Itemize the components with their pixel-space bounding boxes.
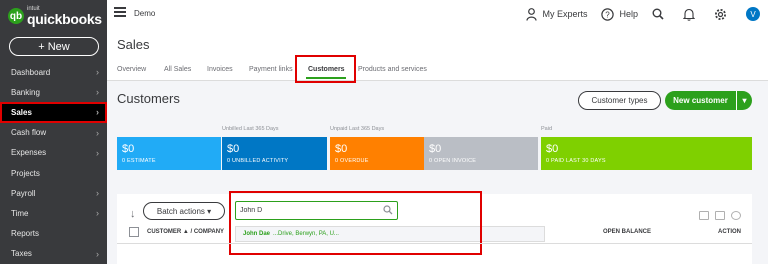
sidebar-item-label: Expenses (11, 148, 47, 158)
paid-card[interactable]: $0 0 PAID LAST 30 DAYS (541, 137, 752, 170)
search-icon (652, 8, 664, 20)
tab-products-and-services[interactable]: Products and services (358, 66, 427, 73)
open-invoice-card[interactable]: $0 0 OPEN INVOICE (424, 137, 538, 170)
company-name: Demo (134, 9, 156, 18)
person-icon (526, 7, 538, 21)
sidebar-item-reports[interactable]: Reports (0, 224, 107, 244)
sales-header: Sales Overview All Sales Invoices Paymen… (107, 28, 768, 83)
unbilled-activity-card[interactable]: $0 0 UNBILLED ACTIVITY (222, 137, 327, 170)
table-settings-icon[interactable] (731, 211, 741, 220)
sidebar-item-label: Projects (11, 168, 40, 178)
page-title: Customers (117, 91, 180, 106)
sidebar-item-banking[interactable]: Banking › (0, 82, 107, 102)
sidebar-item-label: Payroll (11, 188, 36, 198)
tab-overview[interactable]: Overview (117, 66, 146, 73)
sort-arrow-icon[interactable]: ↓ (130, 208, 136, 220)
sidebar-item-time[interactable]: Time › (0, 203, 107, 223)
tab-all-sales[interactable]: All Sales (164, 66, 191, 73)
chevron-right-icon: › (96, 67, 99, 78)
section-title: Sales (117, 37, 150, 52)
overdue-card[interactable]: $0 0 OVERDUE (330, 137, 424, 170)
chevron-down-icon[interactable]: ▾ (736, 91, 752, 110)
sidebar-item-label: Banking (11, 87, 40, 97)
left-sidebar: qb intuit quickbooks + New Dashboard › Ban… (0, 0, 107, 264)
sidebar-nav: Dashboard › Banking › Sales › Cash flow › Expens… (0, 62, 107, 264)
sidebar-item-label: Reports (11, 229, 40, 239)
estimate-card[interactable]: $0 0 ESTIMATE (117, 137, 221, 170)
paid-amount: $0 (546, 143, 559, 155)
batch-actions-label: Batch actions (156, 206, 205, 216)
top-bar: Demo My Experts ? Help V (107, 0, 768, 28)
user-avatar[interactable]: V (746, 7, 760, 21)
sidebar-item-cash-flow[interactable]: Cash flow › (0, 123, 107, 143)
select-all-checkbox[interactable] (129, 227, 139, 237)
sidebar-item-taxes[interactable]: Taxes › (0, 244, 107, 264)
gear-icon (715, 8, 726, 20)
new-customer-button[interactable]: New customer ▾ (665, 91, 752, 110)
unbilled-group-label: Unbilled Last 365 Days (222, 126, 279, 132)
sidebar-item-sales[interactable]: Sales › (0, 102, 107, 123)
sidebar-item-label: Sales (11, 107, 32, 117)
batch-actions-button[interactable]: Batch actions ▾ (143, 202, 225, 220)
svg-text:?: ? (606, 10, 611, 19)
my-experts-label: My Experts (542, 9, 588, 19)
sidebar-item-payroll[interactable]: Payroll › (0, 183, 107, 203)
chevron-right-icon: › (96, 208, 99, 219)
settings-button[interactable] (714, 8, 732, 21)
paid-group-label: Paid (541, 126, 553, 132)
action-column-header: ACTION (718, 229, 741, 235)
logo-quickbooks-text: quickbooks (27, 11, 102, 27)
tab-payment-links[interactable]: Payment links (249, 66, 293, 73)
open-invoice-label: 0 OPEN INVOICE (429, 158, 477, 164)
hamburger-menu-icon[interactable] (114, 7, 126, 17)
estimate-amount: $0 (122, 143, 135, 155)
export-icon[interactable] (715, 211, 725, 220)
open-balance-column-header[interactable]: OPEN BALANCE (603, 229, 651, 235)
estimate-label: 0 ESTIMATE (122, 158, 156, 164)
chevron-right-icon: › (96, 147, 99, 158)
highlight-box-search (229, 191, 482, 255)
unbilled-activity-amount: $0 (227, 143, 240, 155)
new-button[interactable]: + New (9, 37, 99, 56)
new-customer-label: New customer (673, 96, 728, 105)
paid-label: 0 PAID LAST 30 DAYS (546, 158, 606, 164)
quickbooks-logo-icon: qb (8, 8, 24, 24)
tab-invoices[interactable]: Invoices (207, 66, 233, 73)
help-link[interactable]: ? Help (601, 7, 638, 21)
chevron-right-icon: › (96, 188, 99, 199)
sidebar-item-projects[interactable]: Projects (0, 163, 107, 183)
unpaid-group-label: Unpaid Last 365 Days (330, 126, 385, 132)
chevron-down-icon: ▾ (207, 206, 212, 216)
open-invoice-amount: $0 (429, 143, 442, 155)
chevron-right-icon: › (96, 248, 99, 259)
overdue-amount: $0 (335, 143, 348, 155)
customer-column-header[interactable]: CUSTOMER ▲ / COMPANY (147, 229, 224, 235)
sidebar-item-expenses[interactable]: Expenses › (0, 143, 107, 163)
quickbooks-logo[interactable]: qb intuit quickbooks (8, 6, 102, 26)
sidebar-item-label: Time (11, 208, 29, 218)
sidebar-item-label: Dashboard (11, 67, 51, 77)
sidebar-item-label: Taxes (11, 249, 32, 259)
sidebar-item-label: Cash flow (11, 128, 47, 138)
search-button[interactable] (652, 8, 669, 20)
highlight-box-customers-tab (295, 55, 356, 83)
chevron-right-icon: › (96, 127, 99, 138)
chevron-right-icon: › (96, 87, 99, 98)
bell-icon (683, 8, 695, 21)
help-icon: ? (601, 7, 615, 21)
sidebar-item-dashboard[interactable]: Dashboard › (0, 62, 107, 82)
print-icon[interactable] (699, 211, 709, 220)
notifications-button[interactable] (683, 8, 700, 21)
customer-types-button[interactable]: Customer types (578, 91, 661, 110)
overdue-label: 0 OVERDUE (335, 158, 369, 164)
unbilled-activity-label: 0 UNBILLED ACTIVITY (227, 158, 289, 164)
chevron-right-icon: › (96, 107, 99, 118)
my-experts-link[interactable]: My Experts (526, 7, 588, 21)
table-tools (699, 211, 747, 220)
table-header-divider (117, 243, 752, 244)
help-label: Help (619, 9, 638, 19)
